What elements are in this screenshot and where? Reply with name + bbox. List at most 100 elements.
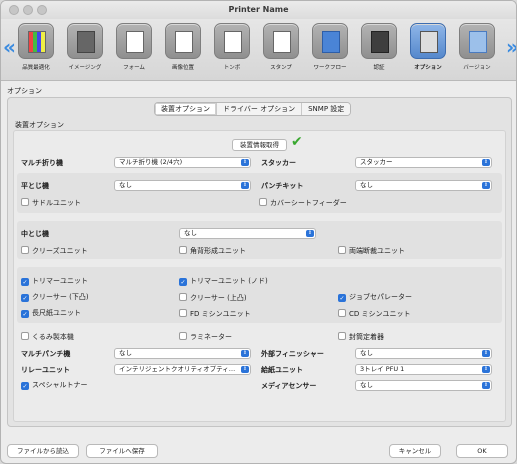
- toolbar-item-imaging[interactable]: イメージング: [61, 23, 109, 71]
- save-to-file-button[interactable]: ファイルへ保存: [86, 444, 158, 458]
- checkbox-icon: ✓: [21, 294, 29, 302]
- toolbar-item-crop-marks[interactable]: トンボ: [208, 23, 256, 71]
- multi-fold-value: マルチ折り機 (2/4穴): [119, 158, 183, 166]
- crop-marks-icon: [214, 23, 250, 59]
- fetch-device-info-button[interactable]: 装置情報取得: [232, 139, 287, 151]
- crease-unit-checkbox[interactable]: クリーズユニット: [21, 246, 88, 256]
- form-icon: [116, 23, 152, 59]
- toolbar-item-label: トンボ: [223, 65, 241, 71]
- punch-kit-label: パンチキット: [261, 182, 304, 190]
- quality-icon: [18, 23, 54, 59]
- creaser-upper-label: クリーサー (上凸): [190, 294, 247, 302]
- checkbox-icon: [259, 198, 267, 206]
- multi-punch-select[interactable]: なし ⇕: [114, 348, 251, 359]
- laminator-checkbox[interactable]: ラミネーター: [179, 332, 232, 342]
- close-window-button[interactable]: [9, 5, 19, 15]
- toolbar-item-image-position[interactable]: 画像位置: [159, 23, 207, 71]
- toolbar-item-label: ワークフロー: [313, 65, 347, 71]
- long-paper-unit-label: 長尺紙ユニット: [32, 309, 81, 317]
- toolbar-item-label: スタンプ: [270, 65, 292, 71]
- checkbox-icon: [21, 332, 29, 340]
- checkbox-icon: [338, 246, 346, 254]
- paper-feed-unit-select[interactable]: 3トレイ PFU 1 ⇕: [355, 364, 492, 375]
- square-fold-unit-checkbox[interactable]: 角背形成ユニット: [179, 246, 246, 256]
- cancel-button[interactable]: キャンセル: [389, 444, 441, 458]
- multi-fold-select[interactable]: マルチ折り機 (2/4穴) ⇕: [114, 157, 251, 168]
- perfect-binder-checkbox[interactable]: くるみ製本機: [21, 332, 74, 342]
- chevron-updown-icon: ⇕: [482, 182, 490, 189]
- chevron-updown-icon: ⇕: [241, 159, 249, 166]
- toolbar-item-label: 品質最適化: [22, 65, 50, 71]
- ok-button[interactable]: OK: [456, 444, 508, 458]
- multi-punch-label: マルチパンチ機: [21, 350, 71, 358]
- toolbar-item-stamp[interactable]: スタンプ: [257, 23, 305, 71]
- stacker-select[interactable]: スタッカー ⇕: [355, 157, 492, 168]
- tab-device-options[interactable]: 装置オプション: [155, 103, 217, 115]
- saddle-unit-checkbox[interactable]: サドルユニット: [21, 198, 81, 208]
- media-sensor-select[interactable]: なし ⇕: [355, 380, 492, 391]
- fd-sewing-unit-label: FD ミシンユニット: [190, 310, 251, 318]
- image-position-icon: [165, 23, 201, 59]
- saddle-unit-label: サドルユニット: [32, 199, 81, 207]
- jog-separator-label: ジョブセパレーター: [349, 293, 412, 301]
- checkbox-icon: ✓: [21, 278, 29, 286]
- punch-kit-value: なし: [360, 181, 373, 189]
- trimmer-unit-nodo-checkbox[interactable]: ✓ トリマーユニット (ノド): [179, 277, 268, 286]
- crease-unit-label: クリーズユニット: [32, 247, 88, 255]
- chevron-updown-icon: ⇕: [482, 366, 490, 373]
- tab-driver-options[interactable]: ドライバー オプション: [217, 103, 303, 115]
- checkbox-icon: [21, 246, 29, 254]
- stacker-label: スタッカー: [261, 159, 296, 167]
- saddle-group-box: [17, 221, 502, 259]
- zoom-window-button[interactable]: [37, 5, 47, 15]
- special-toner-checkbox[interactable]: ✓ スペシャルトナー: [21, 381, 88, 390]
- authentication-icon: [361, 23, 397, 59]
- checkbox-icon: ✓: [338, 294, 346, 302]
- toolbar-item-workflow[interactable]: ワークフロー: [306, 23, 354, 71]
- punch-kit-select[interactable]: なし ⇕: [355, 180, 492, 191]
- workflow-icon: [312, 23, 348, 59]
- checkbox-icon: [179, 309, 187, 317]
- flat-stitch-select[interactable]: なし ⇕: [114, 180, 251, 191]
- chevron-updown-icon: ⇕: [306, 230, 314, 237]
- chevron-updown-icon: ⇕: [241, 350, 249, 357]
- double-cut-unit-checkbox[interactable]: 両端断裁ユニット: [338, 246, 405, 256]
- paper-feed-unit-value: 3トレイ PFU 1: [360, 365, 405, 373]
- cover-sheet-feeder-label: カバーシートフィーダー: [270, 199, 347, 207]
- relay-unit-select[interactable]: インテリジェントクオリティオプティ… ⇕: [114, 364, 251, 375]
- relay-unit-value: インテリジェントクオリティオプティ…: [119, 365, 236, 373]
- creaser-lower-label: クリーサー (下凸): [32, 293, 89, 301]
- toolbar-item-options[interactable]: オプション: [404, 23, 452, 71]
- version-icon: [459, 23, 495, 59]
- chevron-updown-icon: ⇕: [482, 382, 490, 389]
- toolbar-item-label: オプション: [414, 65, 442, 71]
- special-toner-label: スペシャルトナー: [32, 381, 88, 389]
- window-title: Printer Name: [228, 5, 289, 14]
- tab-snmp-settings[interactable]: SNMP 設定: [302, 103, 351, 115]
- envelope-attach-label: 封筒定着器: [349, 333, 384, 341]
- load-from-file-button[interactable]: ファイルから読込: [7, 444, 79, 458]
- minimize-window-button[interactable]: [23, 5, 33, 15]
- toolbar-item-authentication[interactable]: 認証: [355, 23, 403, 71]
- title-bar: Printer Name: [1, 1, 516, 19]
- fd-sewing-unit-checkbox[interactable]: FD ミシンユニット: [179, 309, 251, 319]
- checkbox-icon: [338, 332, 346, 340]
- toolbar-item-form[interactable]: フォーム: [110, 23, 158, 71]
- creaser-lower-checkbox[interactable]: ✓ クリーサー (下凸): [21, 293, 89, 302]
- envelope-attach-checkbox[interactable]: 封筒定着器: [338, 332, 384, 342]
- external-finisher-select[interactable]: なし ⇕: [355, 348, 492, 359]
- toolbar-item-quality[interactable]: 品質最適化: [12, 23, 60, 71]
- toolbar-item-version[interactable]: バージョン: [453, 23, 501, 71]
- chevron-right-icon[interactable]: »: [506, 37, 516, 57]
- jog-separator-checkbox[interactable]: ✓ ジョブセパレーター: [338, 293, 412, 302]
- checkmark-icon: ✔: [291, 134, 303, 150]
- creaser-upper-checkbox[interactable]: クリーサー (上凸): [179, 293, 247, 303]
- long-paper-unit-checkbox[interactable]: ✓ 長尺紙ユニット: [21, 309, 81, 318]
- trimmer-unit-checkbox[interactable]: ✓ トリマーユニット: [21, 277, 88, 286]
- flat-stitch-value: なし: [119, 181, 132, 189]
- cover-sheet-feeder-checkbox[interactable]: カバーシートフィーダー: [259, 198, 347, 208]
- options-icon: [410, 23, 446, 59]
- cd-sewing-unit-checkbox[interactable]: CD ミシンユニット: [338, 309, 411, 319]
- perfect-binder-label: くるみ製本機: [32, 333, 74, 341]
- center-stitch-select[interactable]: なし ⇕: [179, 228, 316, 239]
